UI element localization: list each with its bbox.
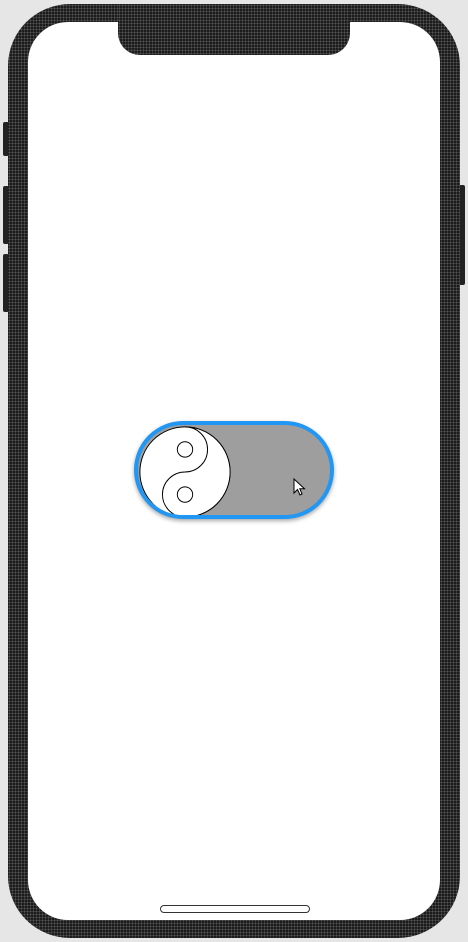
mouse-cursor-icon	[293, 478, 306, 496]
yin-yang-icon	[139, 426, 231, 515]
home-indicator[interactable]	[160, 905, 310, 913]
yin-yang-toggle-switch[interactable]	[134, 421, 334, 519]
notch	[118, 4, 350, 55]
